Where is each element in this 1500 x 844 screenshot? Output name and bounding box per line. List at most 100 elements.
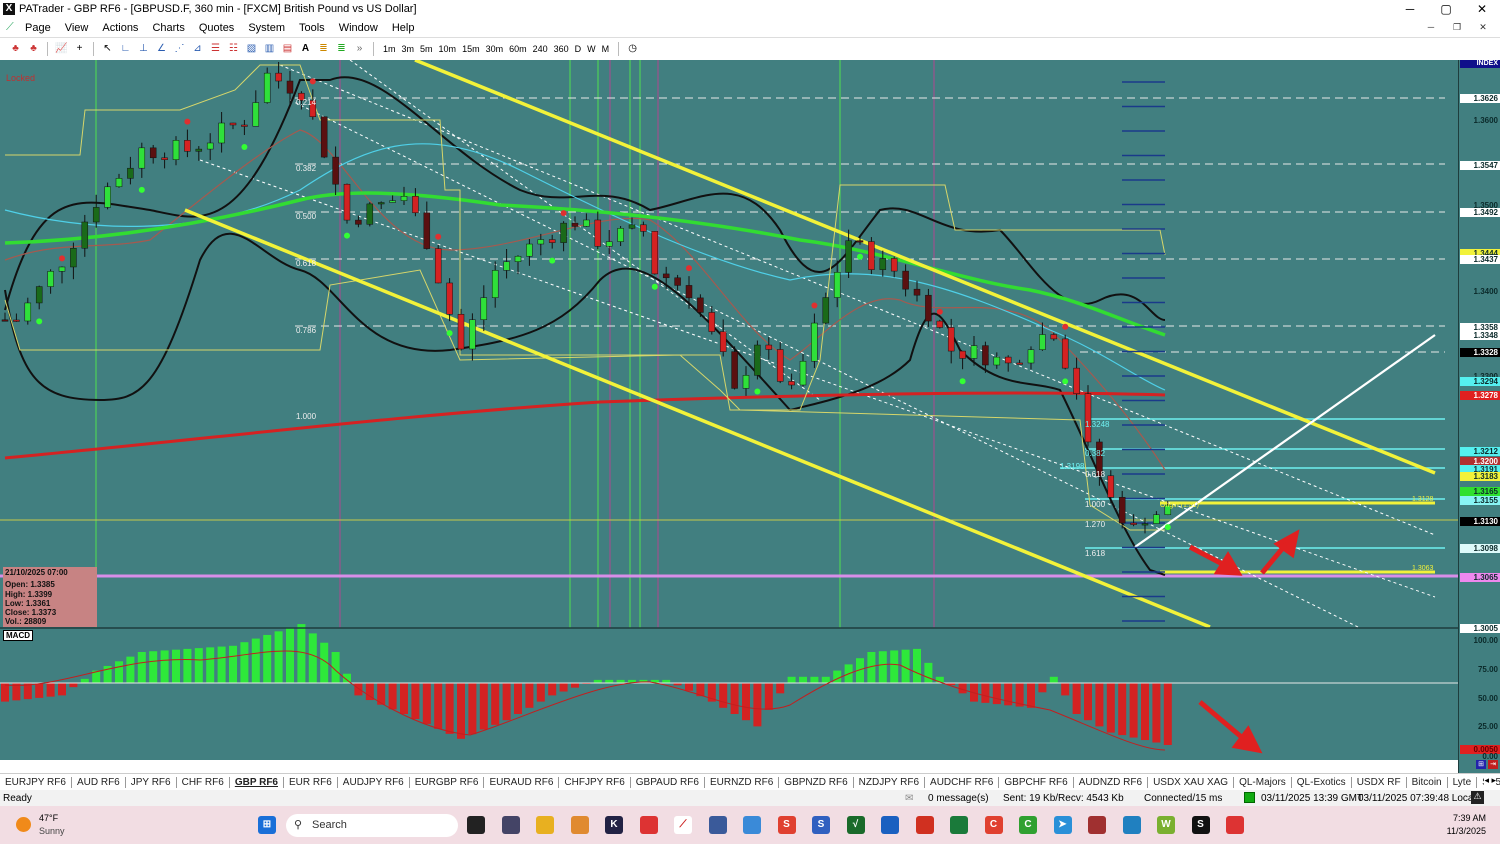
zoom-fit-icon[interactable]: ⊞ [1476,760,1486,769]
trend-line-tool-icon[interactable]: ∠ [154,42,169,56]
outlook-icon[interactable] [881,816,899,834]
people-alt-icon[interactable]: ♣ [26,42,41,56]
fan-tool-icon[interactable]: ⋰ [172,42,187,56]
timeframe-M[interactable]: M [599,44,613,54]
folder-icon[interactable] [536,816,554,834]
timeframe-3m[interactable]: 3m [399,44,418,54]
scroll-end-icon[interactable]: ⇥ [1488,760,1498,769]
app-w-icon[interactable]: W [1157,816,1175,834]
levels-alt-tool-icon[interactable]: ≣ [334,42,349,56]
tab-gbpnzd-rf6[interactable]: GBPNZD RF6 [779,776,854,788]
tab-jpy-rf6[interactable]: JPY RF6 [126,776,177,788]
mdi-restore-button[interactable]: ❐ [1446,20,1468,34]
app-c-green-icon[interactable]: C [1019,816,1037,834]
tab-euraud-rf6[interactable]: EURAUD RF6 [484,776,560,788]
tab-ql-majors[interactable]: QL-Majors [1234,776,1292,788]
calculator-icon[interactable] [501,816,520,834]
tab-gbpaud-rf6[interactable]: GBPAUD RF6 [631,776,705,788]
tab-audnzd-rf6[interactable]: AUDNZD RF6 [1074,776,1149,788]
maximize-button[interactable]: ▢ [1428,0,1464,18]
app-sm-icon[interactable]: S [1191,816,1210,834]
close-button[interactable]: ✕ [1464,0,1500,18]
mail-icon[interactable]: ✉ [905,793,913,804]
tab-ql-exotics[interactable]: QL-Exotics [1292,776,1352,788]
more-tools-icon[interactable]: » [352,42,367,56]
menu-quotes[interactable]: Quotes [192,22,241,34]
tab-audjpy-rf6[interactable]: AUDJPY RF6 [338,776,410,788]
clock-icon[interactable]: ◷ [625,42,640,56]
box-tool-icon[interactable]: ▤ [280,42,295,56]
tab-gbp-rf6[interactable]: GBP RF6 [230,776,284,788]
people-icon[interactable]: ♣ [8,42,23,56]
app-chart-icon[interactable]: √ [846,816,865,834]
price-axis[interactable]: INDEX 1.3626 1.3600 1.3547 1.3500 1.3492 1.34… [1458,60,1500,773]
app-photo-icon[interactable] [743,816,761,834]
tab-gbpchf-rf6[interactable]: GBPCHF RF6 [999,776,1074,788]
fib-ext-tool-icon[interactable]: ☷ [226,42,241,56]
fib-retrace-tool-icon[interactable]: ☰ [208,42,223,56]
status-messages[interactable]: 0 message(s) [928,793,989,804]
clock-time[interactable]: 7:39 AM [1453,813,1486,823]
excel-icon[interactable] [950,816,968,834]
warning-icon[interactable]: ⚠ [1471,791,1484,804]
patrader-icon[interactable]: ⟋ [674,816,692,834]
app-c-red-icon[interactable]: C [984,816,1003,834]
timeframe-360[interactable]: 360 [551,44,572,54]
crosshair-icon[interactable]: + [72,42,87,56]
tab-nzdjpy-rf6[interactable]: NZDJPY RF6 [854,776,926,788]
start-windows-icon[interactable]: ⊞ [258,816,276,834]
app-k-icon[interactable]: K [605,816,623,834]
app-blue-icon[interactable] [1122,816,1141,834]
timeframe-15m[interactable]: 15m [459,44,483,54]
text-tool-icon[interactable]: A [298,42,313,56]
timeframe-1m[interactable]: 1m [380,44,399,54]
tab-aud-rf6[interactable]: AUD RF6 [72,776,126,788]
tab-eurgbp-rf6[interactable]: EURGBP RF6 [410,776,485,788]
menu-charts[interactable]: Charts [145,22,191,34]
tab-usdx-rf[interactable]: USDX RF [1352,776,1407,788]
timeframe-30m[interactable]: 30m [483,44,507,54]
timeframe-D[interactable]: D [572,44,585,54]
tab-eur-rf6[interactable]: EUR RF6 [284,776,338,788]
tab-audchf-rf6[interactable]: AUDCHF RF6 [925,776,1000,788]
app-red-icon[interactable] [915,816,934,834]
tab-eurjpy-rf6[interactable]: EURJPY RF6 [0,776,72,788]
tab-chfjpy-rf6[interactable]: CHFJPY RF6 [559,776,631,788]
tab-bitcoin[interactable]: Bitcoin [1407,776,1448,788]
timeframe-W[interactable]: W [584,44,599,54]
tab-eurnzd-rf6[interactable]: EURNZD RF6 [705,776,780,788]
menu-system[interactable]: System [241,22,292,34]
clock-date[interactable]: 11/3/2025 [1447,826,1486,836]
weather-sun-icon[interactable] [16,817,31,832]
weather-temp[interactable]: 47°F [39,813,58,823]
app-s-blue-icon[interactable]: S [812,816,830,834]
chrome-icon[interactable] [639,816,658,834]
file-explorer-dark-icon[interactable] [467,816,485,834]
tab-lyte[interactable]: Lyte [1448,776,1478,788]
chart-icon[interactable]: 📈 [54,42,69,56]
minimize-button[interactable]: ─ [1392,0,1428,18]
menu-actions[interactable]: Actions [95,22,145,34]
horizontal-line-tool-icon[interactable]: ∟ [118,42,133,56]
weather-desc[interactable]: Sunny [39,826,65,836]
mdi-minimize-button[interactable]: ─ [1420,20,1442,34]
gann-tool-icon[interactable]: ▧ [244,42,259,56]
timeframe-60m[interactable]: 60m [506,44,530,54]
menu-help[interactable]: Help [385,22,422,34]
menu-page[interactable]: Page [18,22,58,34]
price-chart[interactable]: Locked 0.214 0.382 0.500 0.618 0.786 1.000 1.3… [0,60,1458,760]
parallel-tool-icon[interactable]: ⊥ [136,42,151,56]
levels-tool-icon[interactable]: ≣ [316,42,331,56]
timeframe-240[interactable]: 240 [530,44,551,54]
taskbar-search[interactable]: ⚲ Search [286,814,458,837]
menu-tools[interactable]: Tools [292,22,332,34]
app-s-red-icon[interactable]: S [777,816,796,834]
mdi-close-button[interactable]: ✕ [1472,20,1494,34]
cycle-tool-icon[interactable]: ▥ [262,42,277,56]
chrome-2-icon[interactable] [1226,816,1244,834]
menu-window[interactable]: Window [332,22,385,34]
notes-icon[interactable] [708,816,727,834]
tab-chf-rf6[interactable]: CHF RF6 [177,776,230,788]
timeframe-5m[interactable]: 5m [417,44,436,54]
app-print-icon[interactable] [1088,816,1106,834]
